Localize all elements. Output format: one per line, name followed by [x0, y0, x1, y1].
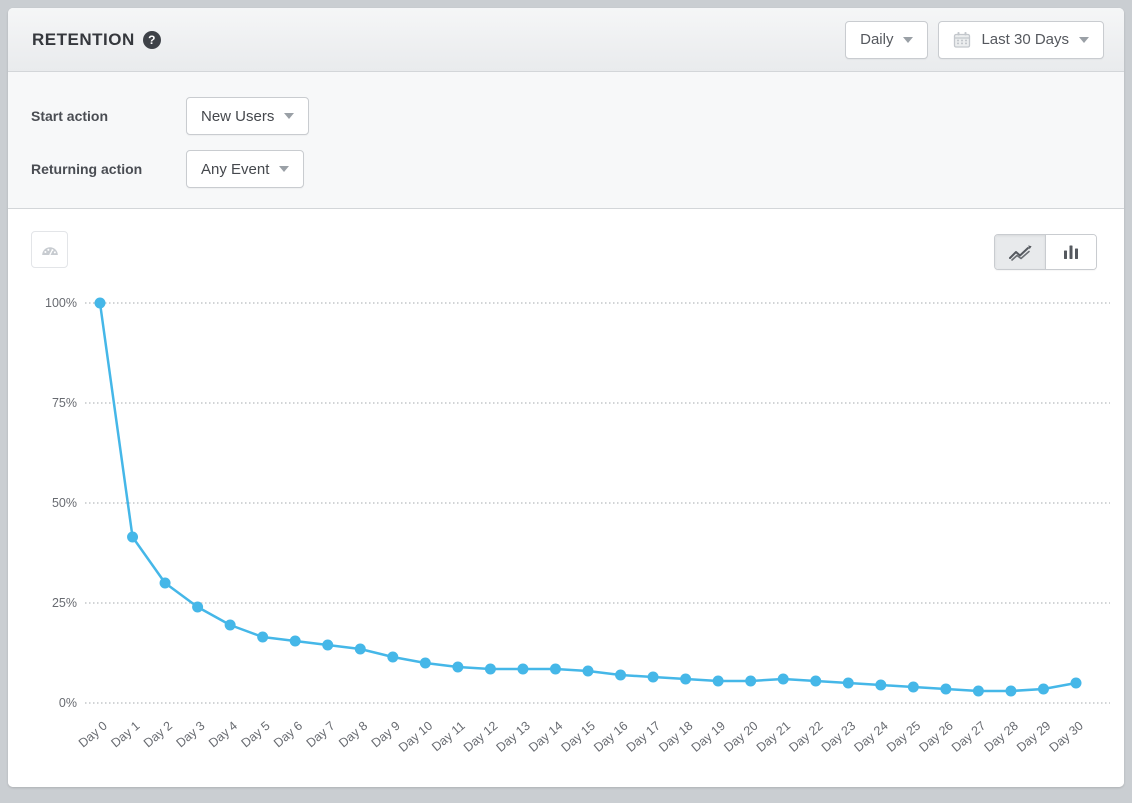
gauge-icon	[39, 239, 61, 261]
data-point[interactable]	[420, 658, 431, 669]
data-point[interactable]	[355, 644, 366, 655]
data-point[interactable]	[648, 672, 659, 683]
y-tick-label: 25%	[52, 596, 77, 610]
data-point[interactable]	[127, 532, 138, 543]
data-point[interactable]	[95, 298, 106, 309]
x-tick-label: Day 2	[141, 719, 175, 751]
x-tick-label: Day 7	[304, 719, 338, 751]
data-point[interactable]	[485, 664, 496, 675]
start-action-dropdown[interactable]: New Users	[186, 97, 309, 135]
data-point[interactable]	[583, 666, 594, 677]
filter-section: Start action New Users Returning action …	[8, 72, 1124, 209]
x-tick-label: Day 18	[656, 719, 695, 755]
line-view-button[interactable]	[995, 235, 1045, 269]
data-point[interactable]	[778, 674, 789, 685]
date-range-dropdown-value: Last 30 Days	[981, 31, 1069, 48]
data-point[interactable]	[452, 662, 463, 673]
data-point[interactable]	[387, 652, 398, 663]
retention-report-card: RETENTION ? Daily Last 30 Days	[8, 8, 1124, 787]
data-point[interactable]	[713, 676, 724, 687]
x-tick-label: Day 4	[206, 719, 240, 751]
data-point[interactable]	[940, 684, 951, 695]
x-tick-label: Day 20	[721, 719, 760, 755]
returning-action-dropdown-value: Any Event	[201, 161, 269, 178]
returning-action-label: Returning action	[31, 161, 186, 177]
data-point[interactable]	[290, 636, 301, 647]
x-tick-label: Day 8	[336, 719, 370, 751]
calendar-icon	[953, 31, 971, 49]
retention-line	[100, 303, 1076, 691]
data-point[interactable]	[680, 674, 691, 685]
x-tick-label: Day 10	[396, 719, 435, 755]
start-action-label: Start action	[31, 108, 186, 124]
start-action-dropdown-value: New Users	[201, 108, 274, 125]
bar-view-button[interactable]	[1045, 235, 1096, 269]
data-point[interactable]	[322, 640, 333, 651]
y-tick-label: 0%	[59, 696, 77, 710]
x-tick-label: Day 6	[271, 719, 305, 751]
x-tick-label: Day 14	[526, 719, 565, 755]
data-point[interactable]	[908, 682, 919, 693]
x-tick-label: Day 25	[884, 719, 923, 755]
line-chart-icon	[1007, 242, 1033, 262]
report-header: RETENTION ? Daily Last 30 Days	[8, 8, 1124, 72]
x-tick-label: Day 24	[851, 719, 890, 755]
x-tick-label: Day 23	[819, 719, 858, 755]
chevron-down-icon	[1079, 37, 1089, 43]
returning-action-row: Returning action Any Event	[31, 150, 1124, 188]
data-point[interactable]	[257, 632, 268, 643]
data-point[interactable]	[1071, 678, 1082, 689]
x-tick-label: Day 29	[1014, 719, 1053, 755]
date-range-dropdown[interactable]: Last 30 Days	[938, 21, 1104, 59]
page-title: RETENTION	[32, 30, 135, 50]
data-point[interactable]	[810, 676, 821, 687]
data-point[interactable]	[225, 620, 236, 631]
interval-dropdown[interactable]: Daily	[845, 21, 928, 59]
x-tick-label: Day 21	[754, 719, 793, 755]
chevron-down-icon	[284, 113, 294, 119]
y-tick-label: 100%	[45, 296, 77, 310]
y-tick-label: 50%	[52, 496, 77, 510]
x-tick-label: Day 22	[786, 719, 825, 755]
data-point[interactable]	[160, 578, 171, 589]
x-tick-label: Day 12	[461, 719, 500, 755]
x-tick-label: Day 11	[429, 719, 468, 755]
data-point[interactable]	[1038, 684, 1049, 695]
x-tick-label: Day 5	[239, 719, 273, 751]
bar-chart-icon	[1061, 242, 1081, 262]
data-point[interactable]	[745, 676, 756, 687]
x-tick-label: Day 13	[494, 719, 533, 755]
x-tick-label: Day 26	[916, 719, 955, 755]
start-action-row: Start action New Users	[31, 97, 1124, 135]
x-tick-label: Day 15	[559, 719, 598, 755]
returning-action-dropdown[interactable]: Any Event	[186, 150, 304, 188]
chart-view-toggle	[994, 234, 1097, 270]
data-point[interactable]	[517, 664, 528, 675]
y-tick-label: 75%	[52, 396, 77, 410]
chevron-down-icon	[279, 166, 289, 172]
chevron-down-icon	[903, 37, 913, 43]
x-tick-label: Day 28	[982, 719, 1021, 755]
x-tick-label: Day 16	[591, 719, 630, 755]
retention-chart: 0% 25% 50% 75% 100% Day 0Day 1Day 2Day 3Day 4…	[8, 209, 1124, 787]
x-tick-label: Day 0	[76, 719, 110, 751]
data-point[interactable]	[843, 678, 854, 689]
interval-dropdown-value: Daily	[860, 31, 893, 48]
data-point[interactable]	[875, 680, 886, 691]
x-tick-label: Day 30	[1047, 719, 1086, 755]
x-tick-label: Day 19	[689, 719, 728, 755]
x-tick-label: Day 1	[108, 719, 142, 751]
chart-section: 0% 25% 50% 75% 100% Day 0Day 1Day 2Day 3Day 4…	[8, 209, 1124, 787]
data-point[interactable]	[973, 686, 984, 697]
data-point[interactable]	[615, 670, 626, 681]
data-point[interactable]	[192, 602, 203, 613]
data-point[interactable]	[550, 664, 561, 675]
x-tick-label: Day 3	[174, 719, 208, 751]
x-tick-label: Day 17	[624, 719, 663, 755]
add-to-dashboard-button[interactable]	[31, 231, 68, 268]
help-icon[interactable]: ?	[143, 31, 161, 49]
x-tick-label: Day 27	[949, 719, 988, 755]
data-point[interactable]	[1005, 686, 1016, 697]
